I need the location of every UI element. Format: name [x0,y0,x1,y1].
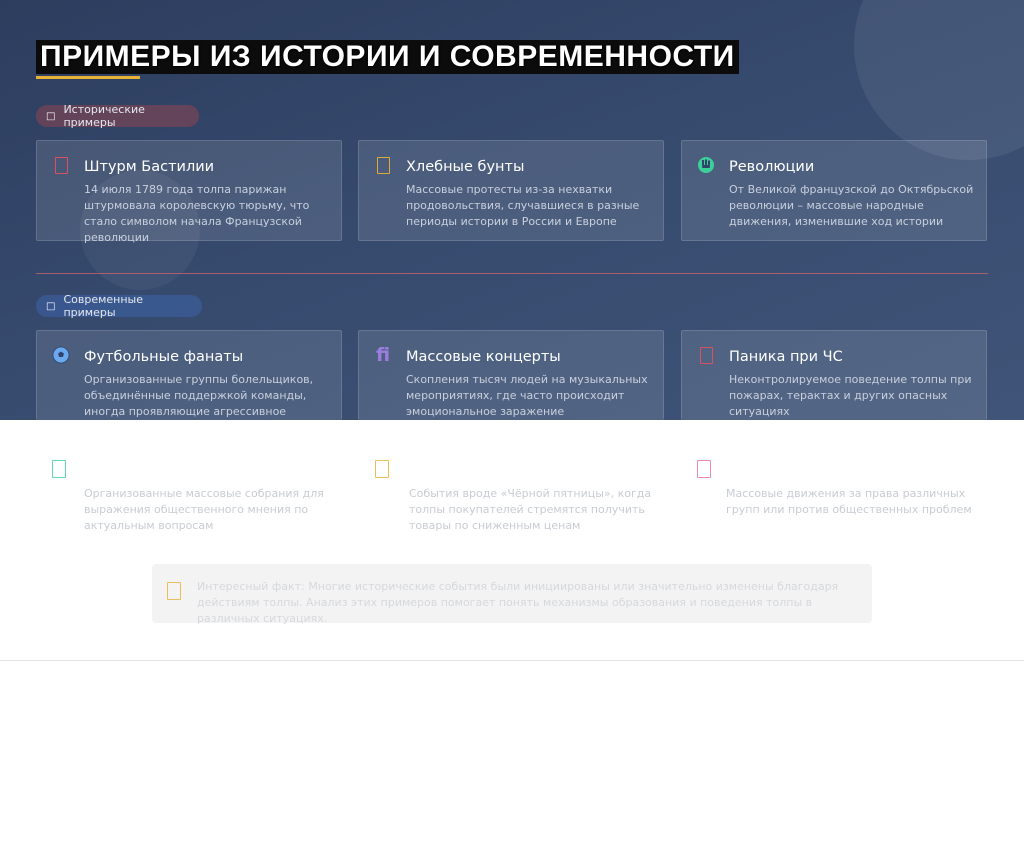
card-title: Паника при ЧС [729,349,843,365]
card-football-fans: Футбольные фанаты Организованные группы … [36,330,342,420]
historical-examples-badge: □ Исторические примеры [36,103,199,129]
alert-icon [696,345,716,365]
card-storming-bastille: Штурм Бастилии 14 июля 1789 года толпа п… [36,140,342,244]
title-block: ПРИМЕРЫ ИЗ ИСТОРИИ И СОВРЕМЕННОСТИ [36,40,739,79]
book-icon: □ [46,110,56,122]
interesting-fact-box: Интересный факт: Многие исторические соб… [152,564,872,625]
faded-card-social-movements: Массовые движения за права различных гру… [697,450,997,540]
bread-icon [373,155,393,175]
title-underline [36,76,140,79]
shopping-icon [375,460,389,478]
card-description: Массовые движения за права различных гру… [726,487,972,516]
lightbulb-icon [167,582,181,600]
card-description: События вроде «Чёрной пятницы», когда то… [409,487,652,532]
card-description: Организованные массовые собрания для выр… [84,487,324,532]
modern-examples-badge: □ Современные примеры [36,293,202,319]
card-panic-emergency: Паника при ЧС Неконтролируемое поведение… [681,330,987,420]
faded-card-shopping: События вроде «Чёрной пятницы», когда то… [375,450,675,540]
slide-header-area: ПРИМЕРЫ ИЗ ИСТОРИИ И СОВРЕМЕННОСТИ □ Ист… [0,0,1024,420]
page-title: ПРИМЕРЫ ИЗ ИСТОРИИ И СОВРЕМЕННОСТИ [36,40,739,74]
fact-text: Интересный факт: Многие исторические соб… [197,580,839,625]
protest-icon [697,460,711,478]
card-title: Футбольные фанаты [84,349,244,365]
rally-icon [52,460,66,478]
globe-icon: □ [46,300,56,312]
document-icon [51,155,71,175]
card-description: 14 июля 1789 года толпа парижан штурмова… [84,183,310,244]
football-icon [51,345,71,365]
music-icon: ﬁ [375,344,391,366]
card-description: От Великой французской до Октябрьской ре… [729,183,974,228]
card-bread-riots: Хлебные бунты Массовые протесты из-за не… [358,140,664,241]
card-revolutions: Революции От Великой французской до Октя… [681,140,987,241]
raised-fist-icon [696,155,716,175]
card-description: Организованные группы болельщиков, объед… [84,373,314,418]
badge-label: Исторические примеры [63,103,145,129]
badge-label: Современные примеры [63,293,143,319]
decorative-circle [854,0,1024,160]
card-title: Штурм Бастилии [84,159,215,175]
card-description: Массовые протесты из-за нехватки продово… [406,183,640,228]
card-mass-concerts: ﬁ Массовые концерты Скопления тысяч люде… [358,330,664,420]
card-description: Неконтролируемое поведение толпы при пож… [729,373,972,418]
card-title: Хлебные бунты [406,159,525,175]
card-title: Массовые концерты [406,349,561,365]
card-title: Революции [729,159,815,175]
card-description: Скопления тысяч людей на музыкальных мер… [406,373,648,418]
page-bottom-divider [0,660,1024,661]
section-divider [36,273,988,274]
faded-card-rallies: Организованные массовые собрания для выр… [52,450,352,540]
